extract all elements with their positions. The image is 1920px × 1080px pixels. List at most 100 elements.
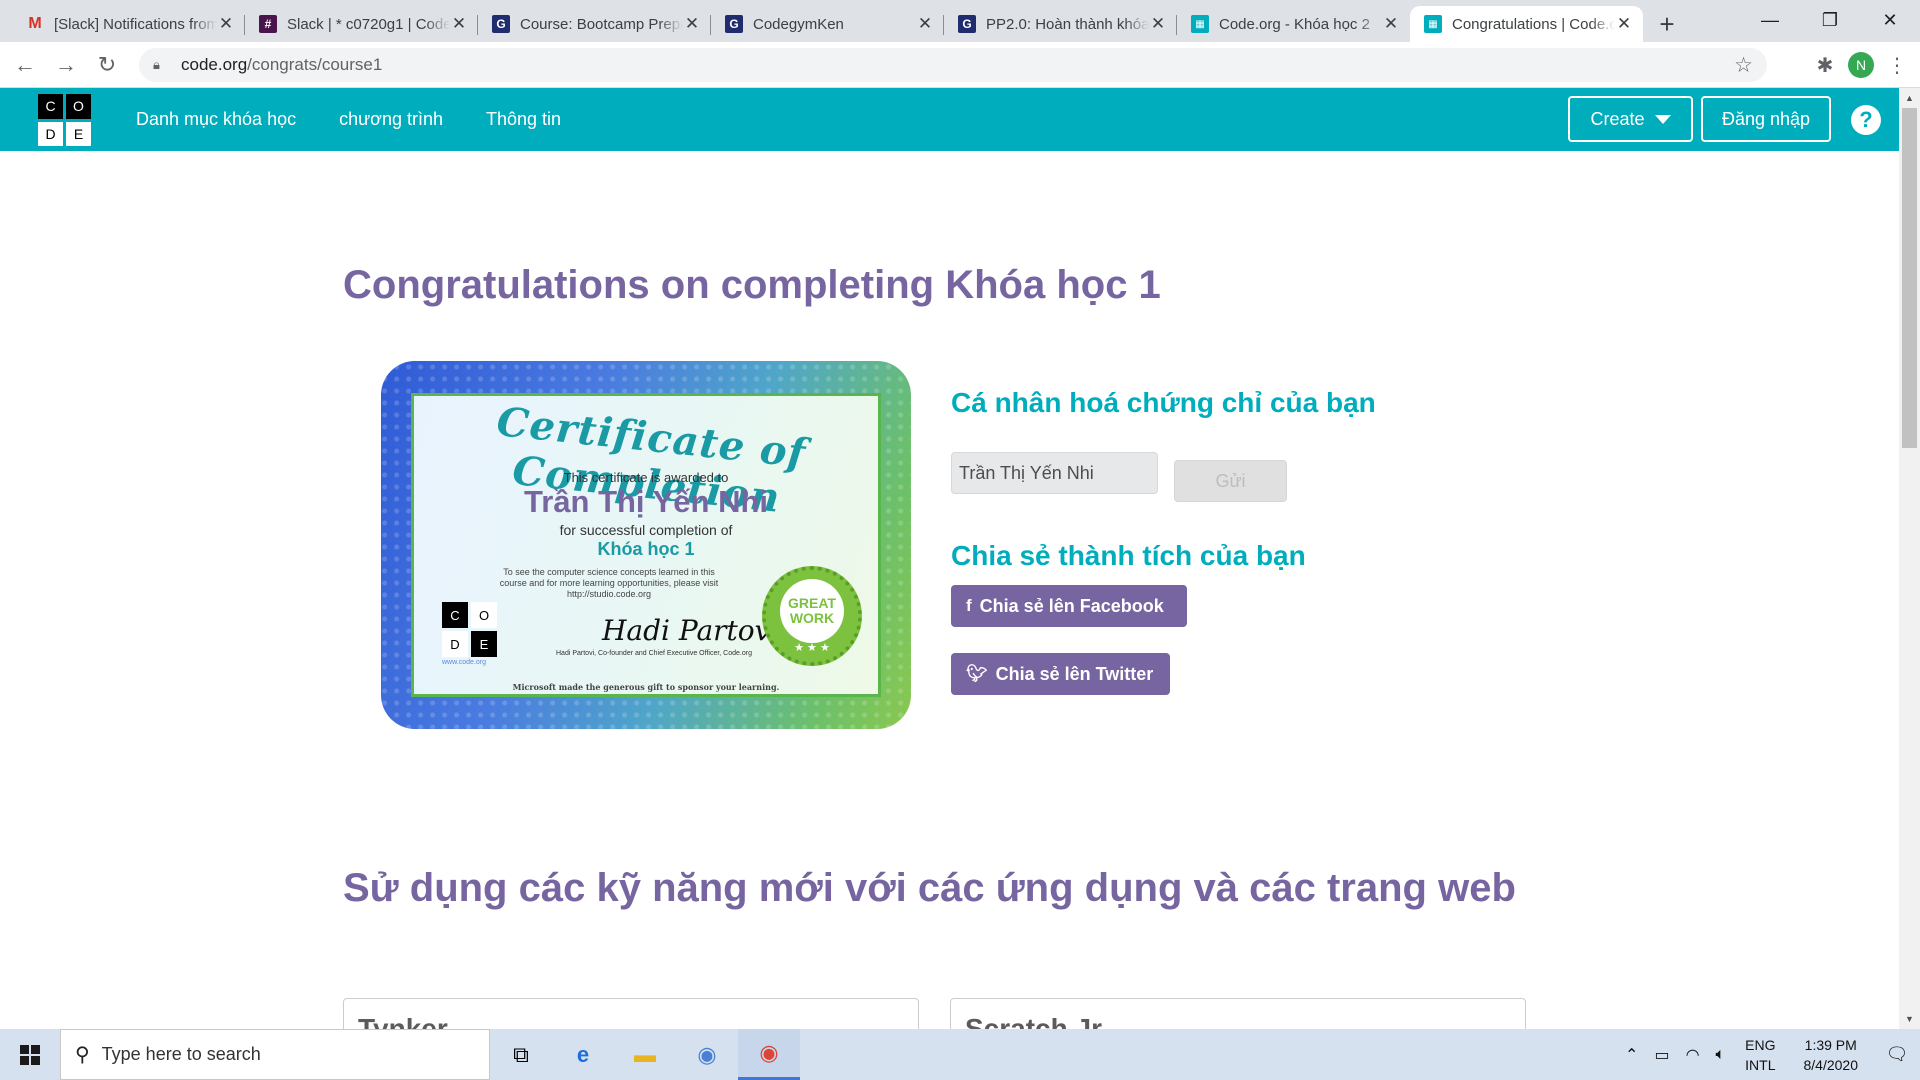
taskbar-clock[interactable]: 1:39 PM 8/4/2020 xyxy=(1804,1035,1859,1075)
tab-title: [Slack] Notifications from xyxy=(54,15,217,33)
window-controls: — ❐ ✕ xyxy=(1740,0,1920,40)
lock-icon: 🔒︎ xyxy=(153,57,160,72)
bookmark-star-icon[interactable]: ☆ xyxy=(1734,53,1753,78)
certificate-site: www.code.org xyxy=(442,659,486,666)
reload-icon[interactable]: ↻ xyxy=(91,49,123,81)
minimize-icon[interactable]: — xyxy=(1740,0,1800,40)
menu-kebab-icon[interactable]: ⋮ xyxy=(1880,48,1914,82)
search-placeholder: Type here to search xyxy=(101,1044,261,1064)
close-icon[interactable]: ✕ xyxy=(217,14,235,33)
share-twitter-button[interactable]: 🐦︎ Chia sẻ lên Twitter xyxy=(951,653,1170,695)
certificate-completion-text: for successful completion of xyxy=(559,522,733,538)
help-icon[interactable]: ? xyxy=(1851,105,1881,135)
certificate-awarded-text: This certificate is awarded to xyxy=(563,470,729,485)
restore-icon[interactable]: ❐ xyxy=(1800,0,1860,40)
profile-avatar[interactable]: N xyxy=(1848,52,1874,78)
volume-icon[interactable]: 🔈︎ xyxy=(1716,1046,1726,1064)
tab-title: CodegymKen xyxy=(753,15,844,33)
logo-letter: C xyxy=(38,94,63,119)
certificate-footer: Microsoft made the generous gift to spon… xyxy=(512,682,780,692)
url-path: /congrats/course1 xyxy=(247,55,383,74)
certificate-name-input[interactable]: Trần Thị Yến Nhi xyxy=(951,452,1158,494)
close-icon[interactable]: ✕ xyxy=(916,14,934,33)
language-indicator[interactable]: ENG INTL xyxy=(1745,1035,1775,1075)
tab-title: Course: Bootcamp Preparation xyxy=(520,15,683,33)
app-card-title: Scratch Jr xyxy=(965,1013,1102,1029)
browser-tab[interactable]: ▦ Code.org - Khóa học 2 ✕ xyxy=(1177,6,1410,42)
caret-down-icon xyxy=(1654,114,1671,124)
great-work-badge-icon: GREAT WORK ★ ★ ★ xyxy=(762,566,862,666)
browser-tab[interactable]: G CodegymKen ✕ xyxy=(711,6,944,42)
back-icon[interactable]: ← xyxy=(9,49,41,81)
login-button[interactable]: Đăng nhập xyxy=(1701,96,1831,142)
close-icon[interactable]: ✕ xyxy=(683,14,701,33)
battery-icon[interactable]: ▭ xyxy=(1654,1045,1669,1065)
codeorg-icon: ▦ xyxy=(1424,15,1442,33)
chrome-icon[interactable]: ◉ xyxy=(738,1029,800,1080)
share-heading: Chia sẻ thành tích của bạn xyxy=(951,540,1306,571)
certificate-student-name: Trần Thị Yến Nhi xyxy=(523,484,769,519)
browser-tab[interactable]: G Course: Bootcamp Preparation ✕ xyxy=(478,6,711,42)
edge-icon[interactable]: e xyxy=(552,1029,614,1080)
slack-icon: # xyxy=(259,15,277,33)
file-explorer-icon[interactable]: ▬ xyxy=(614,1029,676,1080)
logo-letter: D xyxy=(38,121,63,146)
clock-date: 8/4/2020 xyxy=(1803,1056,1859,1073)
lang-line2: INTL xyxy=(1745,1056,1776,1073)
nav-link-programs[interactable]: chương trình xyxy=(339,109,443,130)
site-header: C O D E Danh mục khóa học chương trình T… xyxy=(0,88,1899,151)
windows-taskbar: ⚲ Type here to search ⧉ e ▬ ◉ ◉ ⌃ ▭ ◠ 🔈︎… xyxy=(0,1029,1920,1080)
code-org-logo[interactable]: C O D E xyxy=(38,94,91,146)
nav-link-info[interactable]: Thông tin xyxy=(486,109,561,130)
nav-link-courses[interactable]: Danh mục khóa học xyxy=(136,109,296,130)
share-facebook-button[interactable]: f Chia sẻ lên Facebook xyxy=(951,585,1187,627)
page-scrollbar[interactable]: ▲ ▼ xyxy=(1899,88,1920,1029)
codegym-icon: G xyxy=(492,15,510,33)
close-icon[interactable]: ✕ xyxy=(1615,14,1633,33)
tab-title: Congratulations | Code.org xyxy=(1452,15,1615,33)
close-window-icon[interactable]: ✕ xyxy=(1860,0,1920,40)
browser-tab[interactable]: # Slack | * c0720g1 | CodeGym ✕ xyxy=(245,6,478,42)
task-view-icon[interactable]: ⧉ xyxy=(490,1029,552,1080)
close-icon[interactable]: ✕ xyxy=(450,14,468,33)
windows-logo-icon xyxy=(20,1044,40,1065)
close-icon[interactable]: ✕ xyxy=(1149,14,1167,33)
create-dropdown-button[interactable]: Create xyxy=(1568,96,1693,142)
certificate-logo: C O D E xyxy=(442,602,497,657)
browser-tab[interactable]: M [Slack] Notifications from ✕ xyxy=(12,6,245,42)
close-icon[interactable]: ✕ xyxy=(1382,14,1400,33)
certificate-note: To see the computer science concepts lea… xyxy=(499,567,719,599)
toolbar-right: ✱ N ⋮ xyxy=(1808,42,1920,88)
certificate-body: Certificate of Completion This certifica… xyxy=(411,393,881,697)
logo-letter: D xyxy=(442,631,468,657)
certificate-signature: Hadi Partovi xyxy=(602,614,780,647)
scrollbar-thumb[interactable] xyxy=(1902,108,1917,448)
browser-toolbar: ← → ↻ 🔒︎ code.org/congrats/course1 ☆ ✱ N… xyxy=(0,42,1920,88)
taskbar-search[interactable]: ⚲ Type here to search xyxy=(60,1029,490,1080)
send-button[interactable]: Gửi xyxy=(1174,460,1287,502)
url-host: code.org xyxy=(181,55,248,74)
address-bar[interactable]: 🔒︎ code.org/congrats/course1 ☆ xyxy=(139,48,1767,82)
app-card-tynker[interactable]: Tynker xyxy=(343,998,919,1029)
browser-tab[interactable]: G PP2.0: Hoàn thành khóa học ✕ xyxy=(944,6,1177,42)
scroll-down-icon[interactable]: ▼ xyxy=(1899,1011,1920,1027)
logo-letter: C xyxy=(442,602,468,628)
share-facebook-label: Chia sẻ lên Facebook xyxy=(979,595,1164,616)
tab-title: Code.org - Khóa học 2 xyxy=(1219,15,1370,33)
lang-line1: ENG xyxy=(1745,1036,1776,1053)
chrome-alt-icon[interactable]: ◉ xyxy=(676,1029,738,1080)
tab-title: Slack | * c0720g1 | CodeGym xyxy=(287,15,450,33)
forward-icon[interactable]: → xyxy=(50,49,82,81)
logo-letter: O xyxy=(66,94,91,119)
scroll-up-icon[interactable]: ▲ xyxy=(1899,90,1920,106)
extensions-icon[interactable]: ✱ xyxy=(1808,48,1842,82)
tray-expand-icon[interactable]: ⌃ xyxy=(1625,1045,1638,1065)
start-button[interactable] xyxy=(0,1029,60,1080)
browser-tab-active[interactable]: ▦ Congratulations | Code.org ✕ xyxy=(1410,6,1643,42)
app-card-scratch-jr[interactable]: Scratch Jr xyxy=(950,998,1526,1029)
notification-center-icon[interactable]: 🗨︎ xyxy=(1874,1029,1920,1080)
wifi-icon[interactable]: ◠ xyxy=(1686,1045,1700,1065)
twitter-icon: 🐦︎ xyxy=(966,664,988,683)
apps-heading: Sử dụng các kỹ năng mới với các ứng dụng… xyxy=(343,866,1516,910)
new-tab-icon[interactable]: + xyxy=(1649,6,1685,42)
